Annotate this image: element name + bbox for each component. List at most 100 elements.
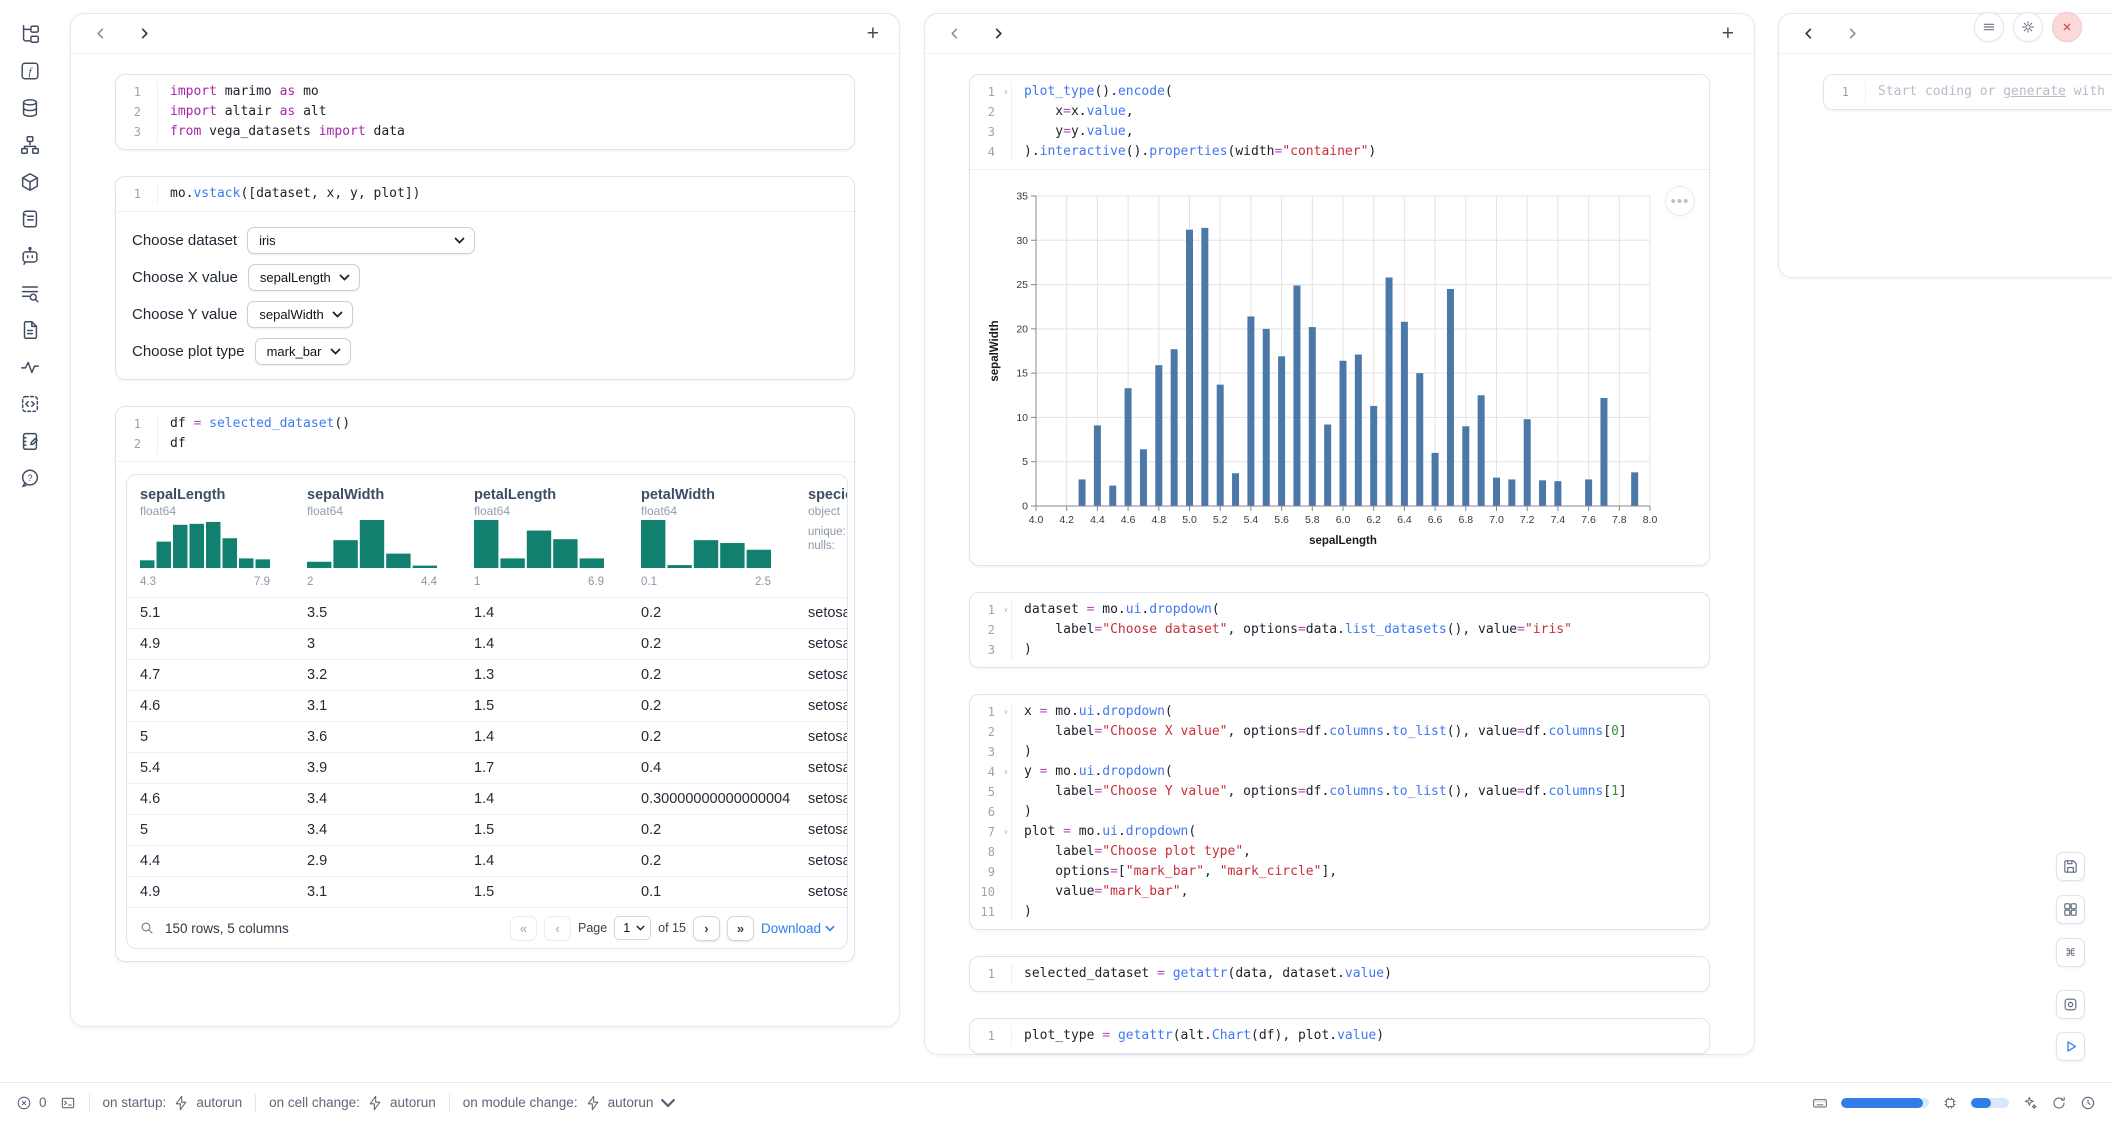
on-cell-change-setting[interactable]: on cell change: autorun xyxy=(269,1095,436,1111)
chevron-down-icon xyxy=(332,311,343,318)
save-button[interactable] xyxy=(2056,852,2085,881)
run-button[interactable] xyxy=(2056,1032,2085,1061)
table-cell: 1.5 xyxy=(474,877,641,907)
documentation-button[interactable] xyxy=(18,207,42,231)
logs-button[interactable] xyxy=(18,281,42,305)
column-prev-button[interactable] xyxy=(1799,25,1817,43)
table-cell: 0.2 xyxy=(641,846,808,876)
chart-actions-button[interactable]: ••• xyxy=(1665,186,1695,216)
code-editor[interactable]: 1∨234∨567∨891011x = mo.ui.dropdown( labe… xyxy=(970,695,1709,929)
code-editor[interactable]: 123import marimo as moimport altair as a… xyxy=(116,75,854,149)
sync-button[interactable] xyxy=(2051,1095,2067,1111)
functions-button[interactable]: f xyxy=(18,59,42,83)
fold-chevron-icon[interactable]: ∨ xyxy=(1004,762,1008,782)
next-page-button[interactable]: › xyxy=(693,916,720,941)
placeholder-text: with AI xyxy=(2066,84,2112,99)
download-button[interactable]: Download xyxy=(761,921,835,936)
cpu-meter xyxy=(1841,1098,1929,1108)
first-page-button[interactable]: « xyxy=(510,916,537,941)
code-placeholder[interactable]: Start coding or generate with AI xyxy=(1878,82,2112,102)
bar-chart[interactable]: 4.04.24.44.64.85.05.25.45.65.86.06.26.46… xyxy=(986,184,1666,556)
control-label: Choose plot type xyxy=(132,343,245,360)
cell-imports[interactable]: 123import marimo as moimport altair as a… xyxy=(115,74,855,150)
prev-page-button[interactable]: ‹ xyxy=(544,916,571,941)
table-column-header[interactable]: sepalLengthfloat644.37.9 xyxy=(140,487,307,588)
cell-plot[interactable]: 1∨234plot_type().encode( x=x.value, y=y.… xyxy=(969,74,1710,566)
file-explorer-button[interactable] xyxy=(18,22,42,46)
column-prev-button[interactable] xyxy=(945,25,963,43)
column-histogram xyxy=(474,518,604,568)
fold-chevron-icon[interactable]: ∨ xyxy=(1004,600,1008,620)
code-line: from vega_datasets import data xyxy=(170,122,405,142)
svg-text:4.2: 4.2 xyxy=(1059,514,1074,526)
code-editor[interactable]: 12df = selected_dataset()df xyxy=(116,407,854,461)
table-column-header[interactable]: petalWidthfloat640.12.5 xyxy=(641,487,808,588)
table-row: 53.61.40.2setosa xyxy=(127,721,848,752)
dataset-select[interactable]: iris xyxy=(247,227,475,254)
generate-link[interactable]: generate xyxy=(2003,84,2066,99)
code-editor[interactable]: 1plot_type = getattr(alt.Chart(df), plot… xyxy=(970,1019,1709,1053)
chevron-right-icon xyxy=(138,27,151,40)
dependencies-button[interactable] xyxy=(18,133,42,157)
fold-chevron-icon[interactable]: ∨ xyxy=(1004,702,1008,722)
pagination: « ‹ Page 1 of 15 › » Download xyxy=(510,916,835,941)
code-editor[interactable]: 1mo.vstack([dataset, x, y, plot]) xyxy=(116,177,854,211)
tracing-button[interactable] xyxy=(18,355,42,379)
code-editor[interactable]: 1selected_dataset = getattr(data, datase… xyxy=(970,957,1709,991)
layout-view-button[interactable] xyxy=(2056,895,2085,924)
terminal-button[interactable] xyxy=(60,1095,76,1111)
column-next-button[interactable] xyxy=(1843,25,1861,43)
cell-vstack[interactable]: 1mo.vstack([dataset, x, y, plot]) Choose… xyxy=(115,176,855,380)
error-indicator[interactable]: 0 xyxy=(16,1095,47,1111)
code-editor[interactable]: 1∨23dataset = mo.ui.dropdown( label="Cho… xyxy=(970,593,1709,667)
close-button[interactable] xyxy=(2052,12,2082,42)
cell-selected-dataset[interactable]: 1selected_dataset = getattr(data, datase… xyxy=(969,956,1710,992)
code-editor[interactable]: 1∨234plot_type().encode( x=x.value, y=y.… xyxy=(970,75,1709,169)
svg-text:15: 15 xyxy=(1016,368,1028,380)
table-column-header[interactable]: sepalWidthfloat6424.4 xyxy=(307,487,474,588)
on-startup-setting[interactable]: on startup: autorun xyxy=(103,1095,243,1111)
keyboard-shortcuts-button[interactable]: ⌘ xyxy=(2056,938,2085,967)
search-icon[interactable] xyxy=(139,920,155,936)
fold-chevron-icon[interactable]: ∨ xyxy=(1004,822,1008,842)
code-line: plot_type().encode( xyxy=(1024,82,1376,102)
add-cell-button[interactable]: + xyxy=(867,23,879,44)
menu-button[interactable] xyxy=(1974,12,2004,42)
cell-xy-plot-dropdowns[interactable]: 1∨234∨567∨891011x = mo.ui.dropdown( labe… xyxy=(969,694,1710,930)
code-line: df xyxy=(170,434,350,454)
datasources-button[interactable] xyxy=(18,96,42,120)
plot-type-select[interactable]: mark_bar xyxy=(255,338,351,365)
column-prev-button[interactable] xyxy=(91,25,109,43)
table-cell: setosa xyxy=(808,722,848,752)
y-value-select[interactable]: sepalWidth xyxy=(247,301,352,328)
code-line: y = mo.ui.dropdown( xyxy=(1024,762,1627,782)
settings-button[interactable] xyxy=(2013,12,2043,42)
recent-button[interactable] xyxy=(2080,1095,2096,1111)
zap-icon xyxy=(585,1095,601,1111)
table-cell: setosa xyxy=(808,691,848,721)
last-page-button[interactable]: » xyxy=(727,916,754,941)
table-column-header[interactable]: petalLengthfloat6416.9 xyxy=(474,487,641,588)
cell-dataframe[interactable]: 12df = selected_dataset()df sepalLengthf… xyxy=(115,406,855,962)
snippets-button[interactable] xyxy=(18,318,42,342)
x-value-select[interactable]: sepalLength xyxy=(248,264,360,291)
package-icon xyxy=(19,171,41,193)
on-module-change-setting[interactable]: on module change: autorun xyxy=(463,1095,677,1111)
column-next-button[interactable] xyxy=(989,25,1007,43)
cell-plot-type[interactable]: 1plot_type = getattr(alt.Chart(df), plot… xyxy=(969,1018,1710,1054)
ai-chat-button[interactable] xyxy=(18,244,42,268)
packages-button[interactable] xyxy=(18,170,42,194)
app-view-button[interactable] xyxy=(2056,990,2085,1019)
table-column-header[interactable]: speciesobjectunique:nulls: xyxy=(808,487,848,588)
fold-chevron-icon[interactable]: ∨ xyxy=(1004,82,1008,102)
scratchpad-button[interactable] xyxy=(18,392,42,416)
cell-dataset-dropdown[interactable]: 1∨23dataset = mo.ui.dropdown( label="Cho… xyxy=(969,592,1710,668)
page-number-select[interactable]: 1 xyxy=(614,916,651,940)
column-next-button[interactable] xyxy=(135,25,153,43)
ai-assistant-button[interactable] xyxy=(2022,1095,2038,1111)
notes-button[interactable] xyxy=(18,429,42,453)
code-line: df = selected_dataset() xyxy=(170,414,350,434)
help-button[interactable]: ? xyxy=(18,466,42,490)
add-cell-button[interactable]: + xyxy=(1722,23,1734,44)
cell-empty[interactable]: 1 Start coding or generate with AI xyxy=(1823,74,2112,110)
